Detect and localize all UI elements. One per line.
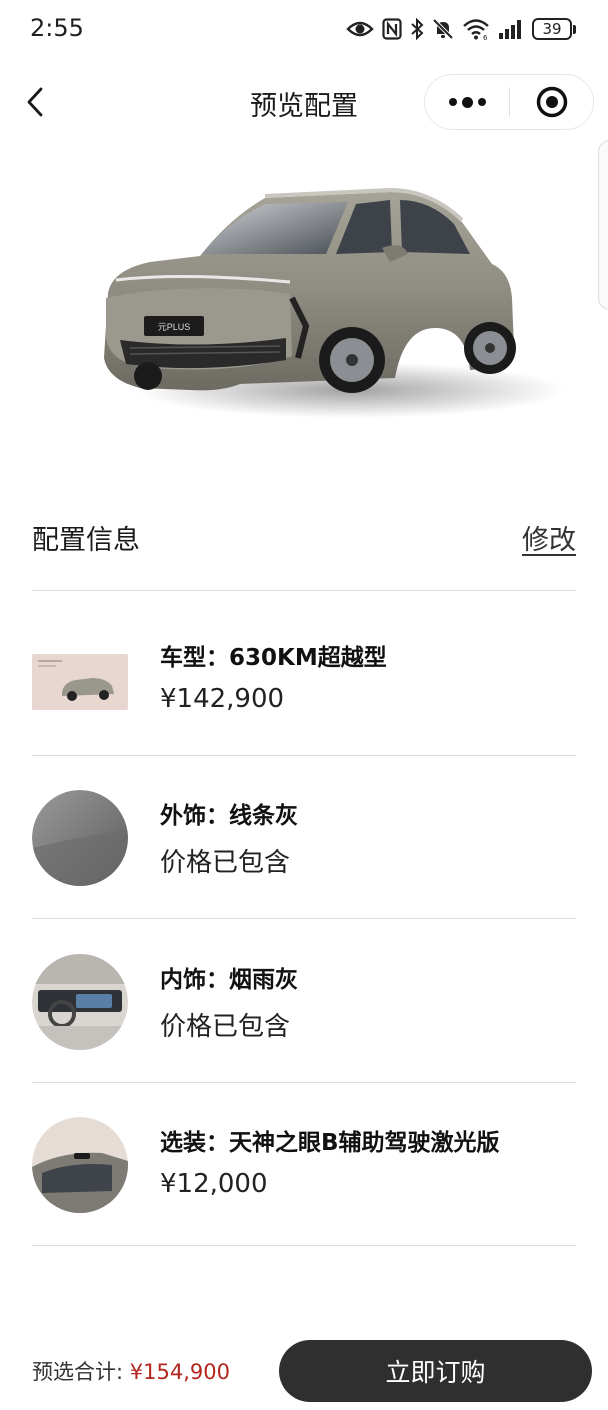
close-button[interactable] [510, 75, 593, 129]
more-button[interactable] [425, 75, 509, 129]
svg-text:6: 6 [483, 34, 488, 40]
status-time: 2:55 [30, 14, 84, 42]
nfc-icon [382, 16, 402, 42]
mute-icon [432, 16, 454, 42]
total-label: 预选合计: [32, 1360, 124, 1384]
side-drawer-handle[interactable] [598, 140, 608, 310]
screen: 2:55 6 39 预览配置 元PLUS 配置信息 修改 车型：630KM超越型… [0, 0, 608, 1410]
divider [32, 1245, 576, 1246]
status-icons: 6 39 [346, 16, 576, 42]
car-badge-text: 元PLUS [158, 322, 191, 332]
config-item-exterior: 外饰：线条灰 价格已包含 [32, 766, 576, 886]
config-item-model: 车型：630KM超越型 ¥142,900 [32, 608, 576, 728]
battery-icon: 39 [532, 18, 576, 40]
more-dots-icon [448, 98, 457, 106]
item-price: ¥142,900 [160, 684, 285, 714]
eye-icon [346, 16, 374, 42]
config-item-interior: 内饰：烟雨灰 价格已包含 [32, 930, 576, 1050]
item-price: 价格已包含 [160, 1012, 291, 1042]
item-title: 选装：天神之眼B辅助驾驶激光版 [160, 1130, 500, 1156]
divider [32, 1082, 576, 1083]
item-title: 内饰：烟雨灰 [160, 967, 298, 993]
nav-bar: 预览配置 [0, 68, 608, 138]
divider [32, 918, 576, 919]
order-now-button[interactable]: 立即订购 [279, 1340, 592, 1402]
interior-thumbnail [32, 954, 128, 1050]
mini-program-capsule [424, 74, 594, 130]
target-close-icon [536, 86, 567, 118]
signal-icon [498, 16, 524, 42]
item-price: 价格已包含 [160, 848, 291, 878]
divider [32, 590, 576, 591]
battery-level: 39 [532, 18, 572, 40]
total-summary: 预选合计: ¥154,900 [32, 1356, 230, 1386]
car-model-thumbnail [32, 654, 128, 710]
exterior-color-swatch [32, 790, 128, 886]
status-bar: 2:55 6 39 [0, 0, 608, 60]
edit-link[interactable]: 修改 [522, 518, 576, 557]
config-section-title: 配置信息 [32, 525, 140, 556]
wifi-icon: 6 [462, 16, 490, 42]
car-hero-image: 元PLUS [90, 178, 570, 428]
bluetooth-icon [410, 16, 424, 42]
option-lidar-thumbnail [32, 1117, 128, 1213]
divider [32, 755, 576, 756]
item-price: ¥12,000 [160, 1169, 268, 1199]
total-amount: ¥154,900 [129, 1360, 230, 1384]
config-item-option: 选装：天神之眼B辅助驾驶激光版 ¥12,000 [32, 1093, 576, 1213]
item-title: 车型：630KM超越型 [160, 645, 387, 671]
item-title: 外饰：线条灰 [160, 803, 298, 829]
